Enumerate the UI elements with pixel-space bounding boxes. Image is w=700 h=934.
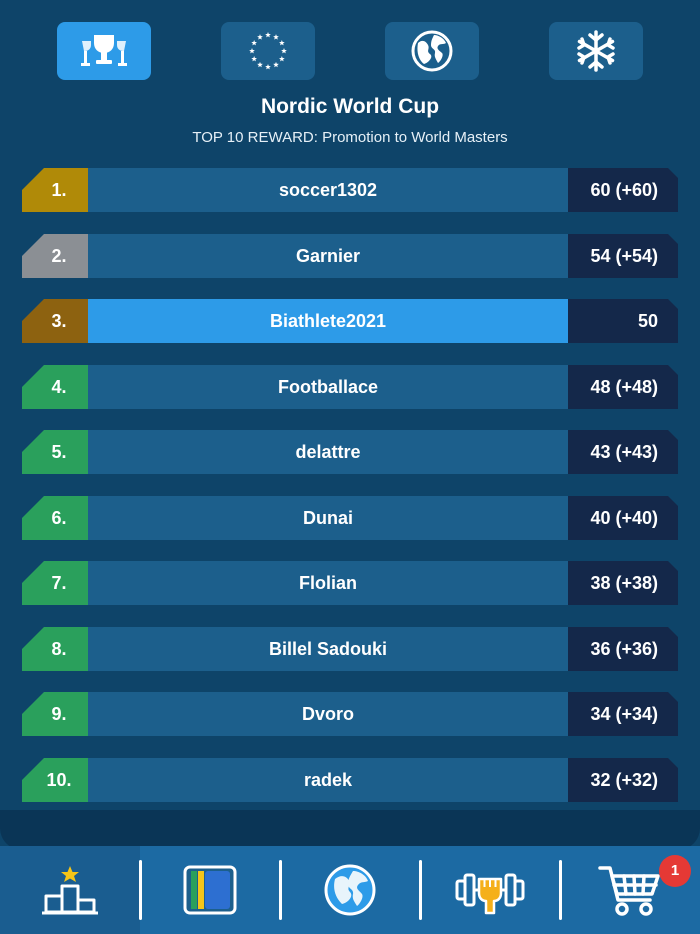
panel-bottom-edge [0, 810, 700, 850]
europe-stars-icon [249, 32, 287, 70]
rank-label: 7. [22, 561, 88, 605]
category-tabs [0, 22, 700, 80]
globe-icon [411, 30, 453, 72]
player-score: 34 (+34) [568, 692, 678, 736]
star-icon [257, 61, 263, 68]
snowflake-icon [577, 30, 615, 72]
rank-label: 10. [22, 758, 88, 802]
player-score: 48 (+48) [568, 365, 678, 409]
leaderboard-row[interactable]: 8. Billel Sadouki 36 (+36) [0, 627, 700, 671]
player-name: Dunai [88, 496, 568, 540]
player-score: 40 (+40) [568, 496, 678, 540]
player-name: delattre [88, 430, 568, 474]
star-icon [273, 61, 279, 68]
leaderboard-row-current-player[interactable]: 3. Biathlete2021 50 [0, 299, 700, 343]
tab-world[interactable] [385, 22, 479, 80]
player-name: Footballace [88, 365, 568, 409]
player-score: 32 (+32) [568, 758, 678, 802]
star-icon [251, 56, 257, 62]
rank-label: 8. [22, 627, 88, 671]
trophy-icon [81, 35, 127, 66]
player-name: Flolian [88, 561, 568, 605]
player-name: soccer1302 [88, 168, 568, 212]
player-score: 43 (+43) [568, 430, 678, 474]
star-icon [257, 34, 263, 40]
player-name: Biathlete2021 [88, 299, 568, 343]
leaderboard-row[interactable]: 4. Footballace 48 (+48) [0, 365, 700, 409]
world-icon [324, 864, 376, 916]
rank-label: 9. [22, 692, 88, 736]
rank-label: 2. [22, 234, 88, 278]
nav-rankings[interactable] [0, 846, 140, 934]
bottom-nav [0, 846, 700, 934]
cart-notification-badge: 1 [659, 855, 691, 887]
page-title: Nordic World Cup [260, 95, 440, 118]
podium-icon [42, 866, 98, 915]
player-score: 50 [568, 299, 678, 343]
player-score: 38 (+38) [568, 561, 678, 605]
rank-label: 5. [22, 430, 88, 474]
star-icon [279, 40, 285, 46]
leaderboard-row[interactable]: 6. Dunai 40 (+40) [0, 496, 700, 540]
rank-label: 1. [22, 168, 88, 212]
star-icon [281, 48, 287, 54]
player-score: 36 (+36) [568, 627, 678, 671]
star-icon [265, 32, 271, 38]
player-score: 60 (+60) [568, 168, 678, 212]
star-icon [251, 40, 257, 46]
player-name: Billel Sadouki [88, 627, 568, 671]
reward-subtitle: TOP 10 REWARD: Promotion to World Master… [192, 129, 508, 146]
shop-cart-icon [598, 866, 660, 916]
player-name: radek [88, 758, 568, 802]
rank-label: 6. [22, 496, 88, 540]
tab-trophy[interactable] [57, 22, 151, 80]
leaderboard-row[interactable]: 2. Garnier 54 (+54) [0, 234, 700, 278]
star-icon [273, 34, 279, 40]
star-icon [265, 64, 271, 70]
player-name: Dvoro [88, 692, 568, 736]
tab-europe[interactable] [221, 22, 315, 80]
leaderboard-row[interactable]: 10. radek 32 (+32) [0, 758, 700, 802]
player-score: 54 (+54) [568, 234, 678, 278]
cards-icon [183, 865, 237, 915]
player-name: Garnier [88, 234, 568, 278]
leaderboard-row[interactable]: 1. soccer1302 60 (+60) [0, 168, 700, 212]
star-icon [249, 48, 255, 54]
training-icon [455, 873, 525, 915]
nav-world[interactable] [280, 846, 420, 934]
leaderboard-row[interactable]: 5. delattre 43 (+43) [0, 430, 700, 474]
leaderboard-row[interactable]: 7. Flolian 38 (+38) [0, 561, 700, 605]
nav-training[interactable] [420, 846, 560, 934]
rank-label: 3. [22, 299, 88, 343]
star-icon [279, 56, 285, 62]
leaderboard-row[interactable]: 9. Dvoro 34 (+34) [0, 692, 700, 736]
nav-cards[interactable] [140, 846, 280, 934]
tab-winter[interactable] [549, 22, 643, 80]
rank-label: 4. [22, 365, 88, 409]
